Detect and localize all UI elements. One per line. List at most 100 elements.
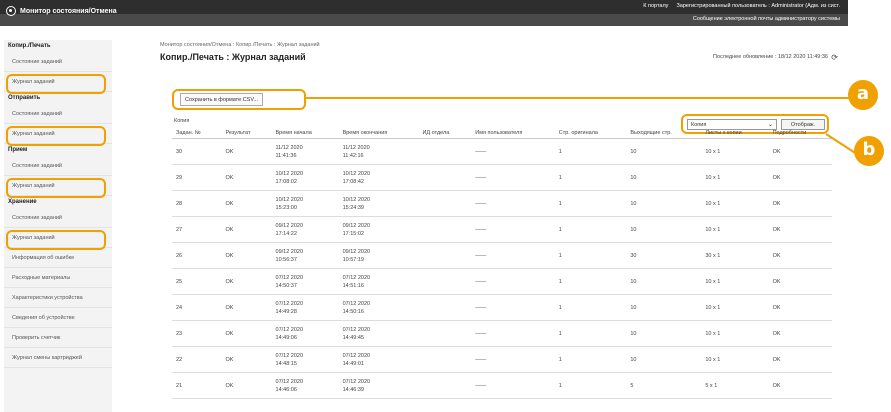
sidebar-item[interactable]: Характеристики устройства (4, 288, 112, 308)
sidebar-item[interactable]: Состояние заданий (4, 104, 112, 124)
column-header: Подробности (768, 128, 832, 139)
table-cell: 1 (554, 268, 627, 295)
refresh-icon[interactable]: ⟳ (831, 53, 838, 62)
table-cell: OK (768, 138, 832, 165)
table-cell: OK (221, 372, 272, 399)
callout-a-marker: a (848, 80, 878, 110)
table-cell: 1 (554, 372, 627, 399)
sidebar-item[interactable]: Журнал заданий (4, 228, 112, 250)
status-monitor-icon (6, 6, 16, 16)
sidebar-item[interactable]: Информация об ошибке (4, 248, 112, 268)
column-header: Выходящие стр. (626, 128, 702, 139)
table-cell: —— (471, 294, 555, 321)
table-cell: OK (221, 268, 272, 295)
table-cell: OK (221, 138, 272, 165)
table-cell: 07/12 2020 14:51:16 (338, 268, 419, 295)
table-body: 30 OK 11/12 2020 11:41:36 11/12 2020 11:42:… (172, 138, 832, 399)
table-cell: 28 (172, 190, 222, 217)
table-cell: 1 (554, 346, 627, 373)
table-cell: 1 (554, 164, 627, 191)
sidebar-item[interactable]: Состояние заданий (4, 156, 112, 176)
callout-b-marker: b (854, 136, 884, 166)
table-row: 28 OK 10/12 2020 15:23:00 10/12 2020 15:24:… (172, 190, 832, 217)
table-cell: —— (471, 372, 555, 399)
table-cell (418, 346, 472, 373)
sidebar-item[interactable]: Сведения об устройстве (4, 308, 112, 328)
sidebar-section-title: Копир./Печать (8, 43, 51, 49)
sidebar-item[interactable]: Состояние заданий (4, 208, 112, 228)
table-cell: 24 (172, 294, 222, 321)
table-cell: 10 x 1 (701, 346, 769, 373)
table-cell: 1 (554, 138, 627, 165)
table-cell (418, 190, 472, 217)
table-cell: OK (221, 190, 272, 217)
table-cell: 10 (626, 138, 702, 165)
table-cell: 26 (172, 242, 222, 269)
table-cell: —— (471, 190, 555, 217)
table-cell: 07/12 2020 14:46:06 (271, 372, 339, 399)
top-bar: Монитор состояния/Отмена К порталу Зарег… (0, 0, 848, 26)
table-cell: 22 (172, 346, 222, 373)
table-cell: 30 (172, 138, 222, 165)
sidebar-item[interactable]: Расходные материалы (4, 268, 112, 288)
table-cell: 1 (554, 216, 627, 243)
table-cell: 07/12 2020 14:49:06 (271, 320, 339, 347)
column-header: Задан. № (172, 128, 222, 139)
column-header: Время начала (271, 128, 339, 139)
table-cell: 25 (172, 268, 222, 295)
table-cell (418, 268, 472, 295)
table-cell (418, 372, 472, 399)
save-csv-button[interactable]: Сохранить в формате CSV... (180, 93, 264, 106)
column-header: Имя пользователя (471, 128, 555, 139)
table-cell (418, 294, 472, 321)
table-cell: OK (768, 372, 832, 399)
top-links: К порталу Зарегистрированный пользовател… (643, 3, 840, 9)
table-row: 25 OK 07/12 2020 14:50:37 07/12 2020 14:51:… (172, 268, 832, 295)
table-cell: OK (768, 190, 832, 217)
table-row: 29 OK 10/12 2020 17:08:02 10/12 2020 17:08:… (172, 164, 832, 191)
table-cell: 11/12 2020 11:41:36 (271, 138, 339, 165)
table-cell: 10/12 2020 17:08:42 (338, 164, 419, 191)
table-cell: OK (768, 346, 832, 373)
table-cell: 11/12 2020 11:42:16 (338, 138, 419, 165)
sidebar-item[interactable]: Журнал заданий (4, 176, 112, 198)
table-cell: 1 (554, 190, 627, 217)
sidebar-item[interactable]: Журнал смены картриджей (4, 348, 112, 368)
table-header-row: Задан. № Результат Время начала Время оконч… (172, 128, 832, 139)
table-cell: —— (471, 346, 555, 373)
app-title: Монитор состояния/Отмена (20, 7, 117, 15)
sidebar-item[interactable]: Журнал заданий (4, 124, 112, 146)
table-cell: 5 x 1 (701, 372, 769, 399)
table-cell: 07/12 2020 14:46:39 (338, 372, 419, 399)
column-header: Время окончания (338, 128, 419, 139)
table-cell: 10 (626, 216, 702, 243)
table-cell: 10 x 1 (701, 320, 769, 347)
admin-mail-link[interactable]: Сообщение электронной почты администрато… (693, 16, 840, 22)
sidebar: Копир./Печать Состояние заданий Журнал зад… (4, 40, 112, 412)
table-cell: 10/12 2020 15:24:39 (338, 190, 419, 217)
save-csv-highlight: Сохранить в формате CSV... (172, 89, 306, 110)
table-cell: 10/12 2020 15:23:00 (271, 190, 339, 217)
table-cell: 07/12 2020 14:49:45 (338, 320, 419, 347)
table-row: 22 OK 07/12 2020 14:48:15 07/12 2020 14:49:… (172, 346, 832, 373)
portal-link[interactable]: К порталу (643, 3, 668, 9)
table-cell: OK (221, 242, 272, 269)
table-cell: 1 (554, 242, 627, 269)
table-cell: —— (471, 216, 555, 243)
table-cell: OK (768, 242, 832, 269)
column-header: Листы x копии (701, 128, 769, 139)
table-cell: —— (471, 164, 555, 191)
table-cell: OK (221, 164, 272, 191)
sidebar-item[interactable]: Состояние заданий (4, 52, 112, 72)
table-cell: 07/12 2020 14:49:01 (338, 346, 419, 373)
table-cell: 10 x 1 (701, 164, 769, 191)
table-cell: 10 x 1 (701, 294, 769, 321)
table-cell: 07/12 2020 14:50:37 (271, 268, 339, 295)
table-cell: 10 x 1 (701, 138, 769, 165)
section-label: Копия (174, 118, 190, 124)
callout-a-line (305, 97, 853, 99)
sidebar-item[interactable]: Проверить счетчик (4, 328, 112, 348)
sidebar-item[interactable]: Журнал заданий (4, 72, 112, 94)
table-cell: OK (221, 346, 272, 373)
table-cell: 21 (172, 372, 222, 399)
